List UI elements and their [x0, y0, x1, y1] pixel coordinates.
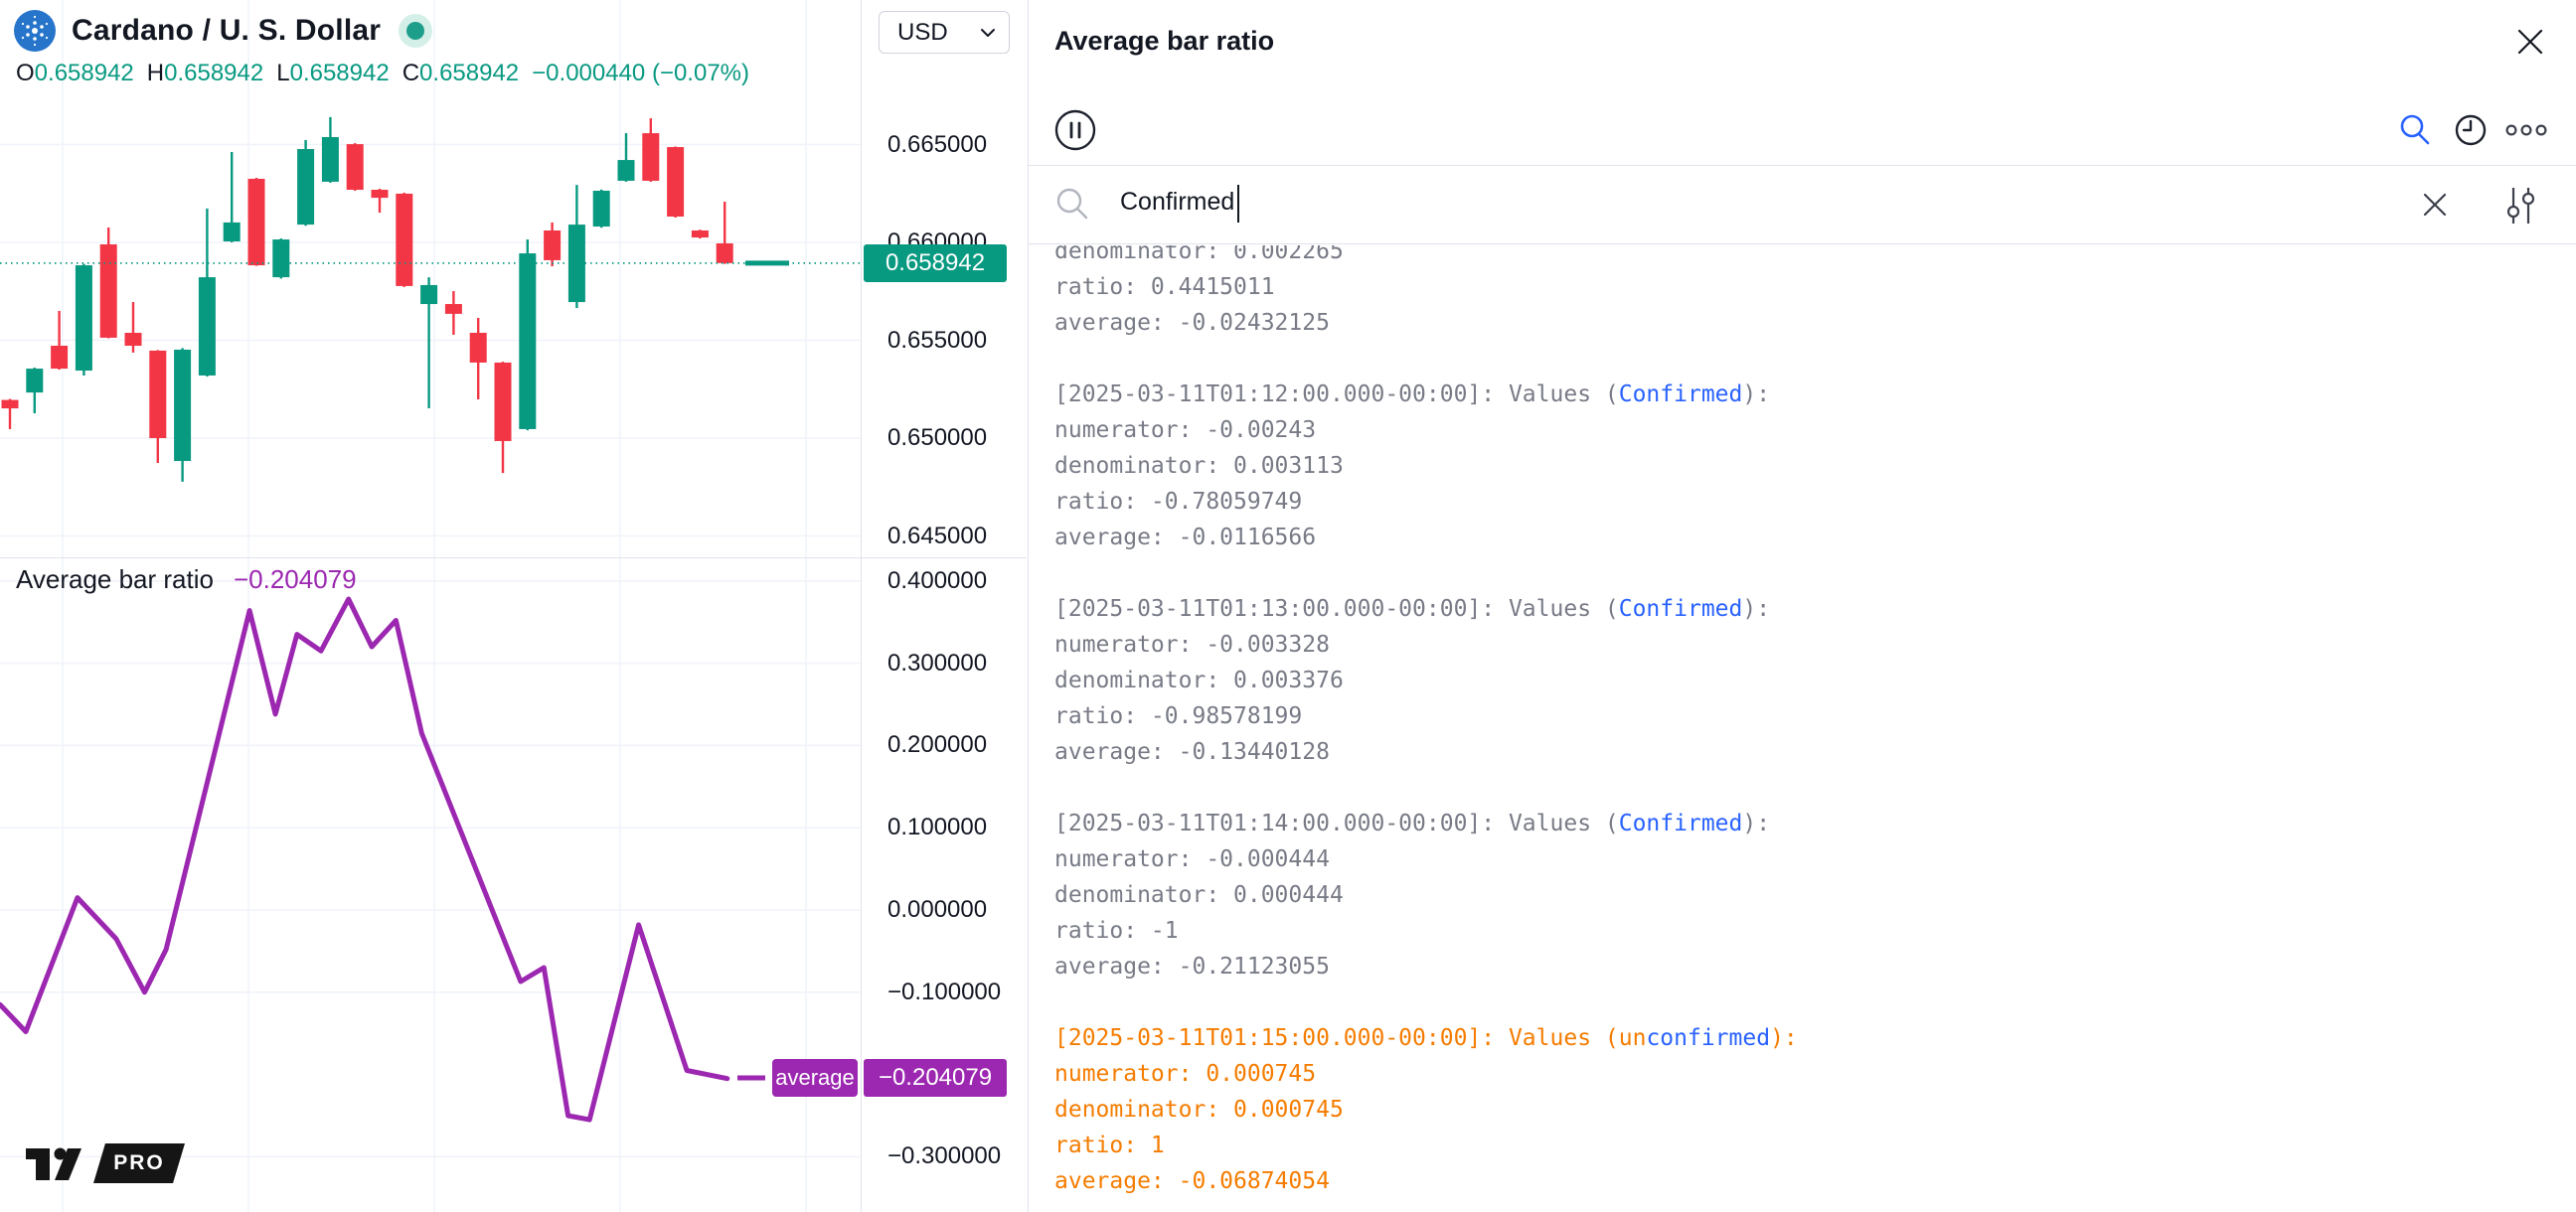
search-icon: [2398, 113, 2432, 147]
log-field-line: average: -0.21123055: [1054, 949, 2576, 985]
text-cursor: [1237, 185, 1239, 223]
log-field-line: denominator: 0.002265: [1054, 245, 2576, 269]
log-field-line: average: -0.02432125: [1054, 305, 2576, 341]
history-clock-icon: [2453, 112, 2489, 148]
indicator-name: Average bar ratio: [16, 564, 214, 594]
price-tick: 0.665000: [887, 131, 987, 159]
clear-search-button[interactable]: [2413, 183, 2457, 227]
search-match-highlight: Confirmed: [1619, 381, 1743, 407]
log-entry-header: [2025-03-11T01:15:00.000-00:00]: Values …: [1054, 1020, 2576, 1056]
indicator-tick: 0.000000: [887, 896, 987, 924]
average-value-badge: −0.204079: [864, 1059, 1007, 1097]
log-field-line: ratio: -0.78059749: [1054, 484, 2576, 520]
log-entry: [2025-03-11T01:15:00.000-00:00]: Values …: [1054, 1020, 2576, 1199]
chart-area: Cardano / U. S. Dollar O0.658942H0.65894…: [0, 0, 1027, 1212]
tv-mark-icon: [24, 1140, 85, 1186]
log-output[interactable]: denominator: 0.002265ratio: 0.4415011ave…: [1029, 245, 2576, 1212]
currency-dropdown[interactable]: USD: [879, 11, 1010, 54]
close-icon: [2515, 27, 2545, 57]
log-field-line: denominator: 0.000745: [1054, 1092, 2576, 1128]
symbol-header: Cardano / U. S. Dollar: [14, 8, 432, 54]
indicator-line-chart[interactable]: [0, 558, 861, 1212]
log-field-line: denominator: 0.003376: [1054, 663, 2576, 698]
search-icon: [1054, 187, 1090, 227]
log-field-line: numerator: -0.000444: [1054, 841, 2576, 877]
indicator-log-panel: Average bar ratio: [1028, 0, 2576, 1212]
symbol-title[interactable]: Cardano / U. S. Dollar: [72, 14, 381, 48]
log-entry-header: [2025-03-11T01:12:00.000-00:00]: Values …: [1054, 377, 2576, 412]
close-button[interactable]: [2510, 22, 2550, 62]
log-entry: [2025-03-11T01:13:00.000-00:00]: Values …: [1054, 591, 2576, 770]
price-tick: 0.650000: [887, 424, 987, 452]
price-axis[interactable]: 0.6650000.6600000.6550000.6500000.645000…: [861, 0, 1027, 1212]
log-search-bar[interactable]: Confirmed: [1029, 167, 2576, 244]
log-field-line: ratio: -0.98578199: [1054, 698, 2576, 734]
pause-icon: [1053, 108, 1097, 152]
panel-title: Average bar ratio: [1054, 26, 1274, 57]
indicator-value: −0.204079: [234, 564, 357, 594]
search-match-highlight: Confirmed: [1619, 596, 1743, 622]
pause-button[interactable]: [1052, 107, 1098, 153]
log-field-line: denominator: 0.000444: [1054, 877, 2576, 913]
indicator-legend[interactable]: Average bar ratio −0.204079: [16, 564, 357, 595]
indicator-tick: −0.300000: [887, 1142, 1001, 1170]
average-series-badge: average: [772, 1059, 858, 1097]
clear-x-icon: [2422, 192, 2448, 218]
search-match-highlight: Confirmed: [1619, 811, 1743, 836]
log-entry: denominator: 0.002265ratio: 0.4415011ave…: [1054, 245, 2576, 341]
chevron-down-icon: [980, 28, 996, 38]
tradingview-window: Cardano / U. S. Dollar O0.658942H0.65894…: [0, 0, 2576, 1212]
log-field-line: numerator: -0.003328: [1054, 627, 2576, 663]
indicator-tick: −0.100000: [887, 979, 1001, 1006]
indicator-tick: 0.300000: [887, 650, 987, 678]
log-entry: [2025-03-11T01:12:00.000-00:00]: Values …: [1054, 377, 2576, 555]
tradingview-logo[interactable]: PRO: [24, 1140, 185, 1186]
last-price-badge: 0.658942: [864, 244, 1007, 282]
log-entry: [2025-03-11T01:14:00.000-00:00]: Values …: [1054, 806, 2576, 985]
search-match-highlight: confirmed: [1646, 1025, 1770, 1051]
pro-badge: PRO: [93, 1143, 185, 1183]
log-field-line: average: -0.06874054: [1054, 1163, 2576, 1199]
log-field-line: ratio: 0.4415011: [1054, 269, 2576, 305]
log-toolbar: [1029, 99, 2576, 166]
market-status-dot[interactable]: [399, 14, 432, 48]
log-field-line: denominator: 0.003113: [1054, 448, 2576, 484]
log-field-line: ratio: 1: [1054, 1128, 2576, 1163]
log-search-button[interactable]: [2387, 107, 2443, 153]
price-tick: 0.655000: [887, 327, 987, 355]
log-field-line: numerator: 0.000745: [1054, 1056, 2576, 1092]
currency-dropdown-value: USD: [897, 19, 948, 47]
log-field-line: average: -0.0116566: [1054, 520, 2576, 555]
filter-button[interactable]: [2496, 181, 2544, 230]
more-options-button[interactable]: [2498, 107, 2554, 153]
history-button[interactable]: [2443, 107, 2498, 153]
filter-sliders-icon: [2503, 184, 2537, 227]
ohlc-values: O0.658942H0.658942L0.658942C0.658942−0.0…: [16, 60, 749, 87]
log-field-line: ratio: -1: [1054, 913, 2576, 949]
indicator-tick: 0.100000: [887, 814, 987, 841]
log-entry-header: [2025-03-11T01:14:00.000-00:00]: Values …: [1054, 806, 2576, 841]
indicator-tick: 0.200000: [887, 731, 987, 759]
cardano-icon: [14, 10, 56, 52]
more-ellipsis-icon: [2504, 122, 2548, 138]
log-entry-header: [2025-03-11T01:13:00.000-00:00]: Values …: [1054, 591, 2576, 627]
log-field-line: average: -0.13440128: [1054, 734, 2576, 770]
indicator-tick: 0.400000: [887, 567, 987, 595]
search-input[interactable]: Confirmed: [1120, 188, 1234, 217]
price-tick: 0.645000: [887, 523, 987, 550]
log-field-line: numerator: -0.00243: [1054, 412, 2576, 448]
